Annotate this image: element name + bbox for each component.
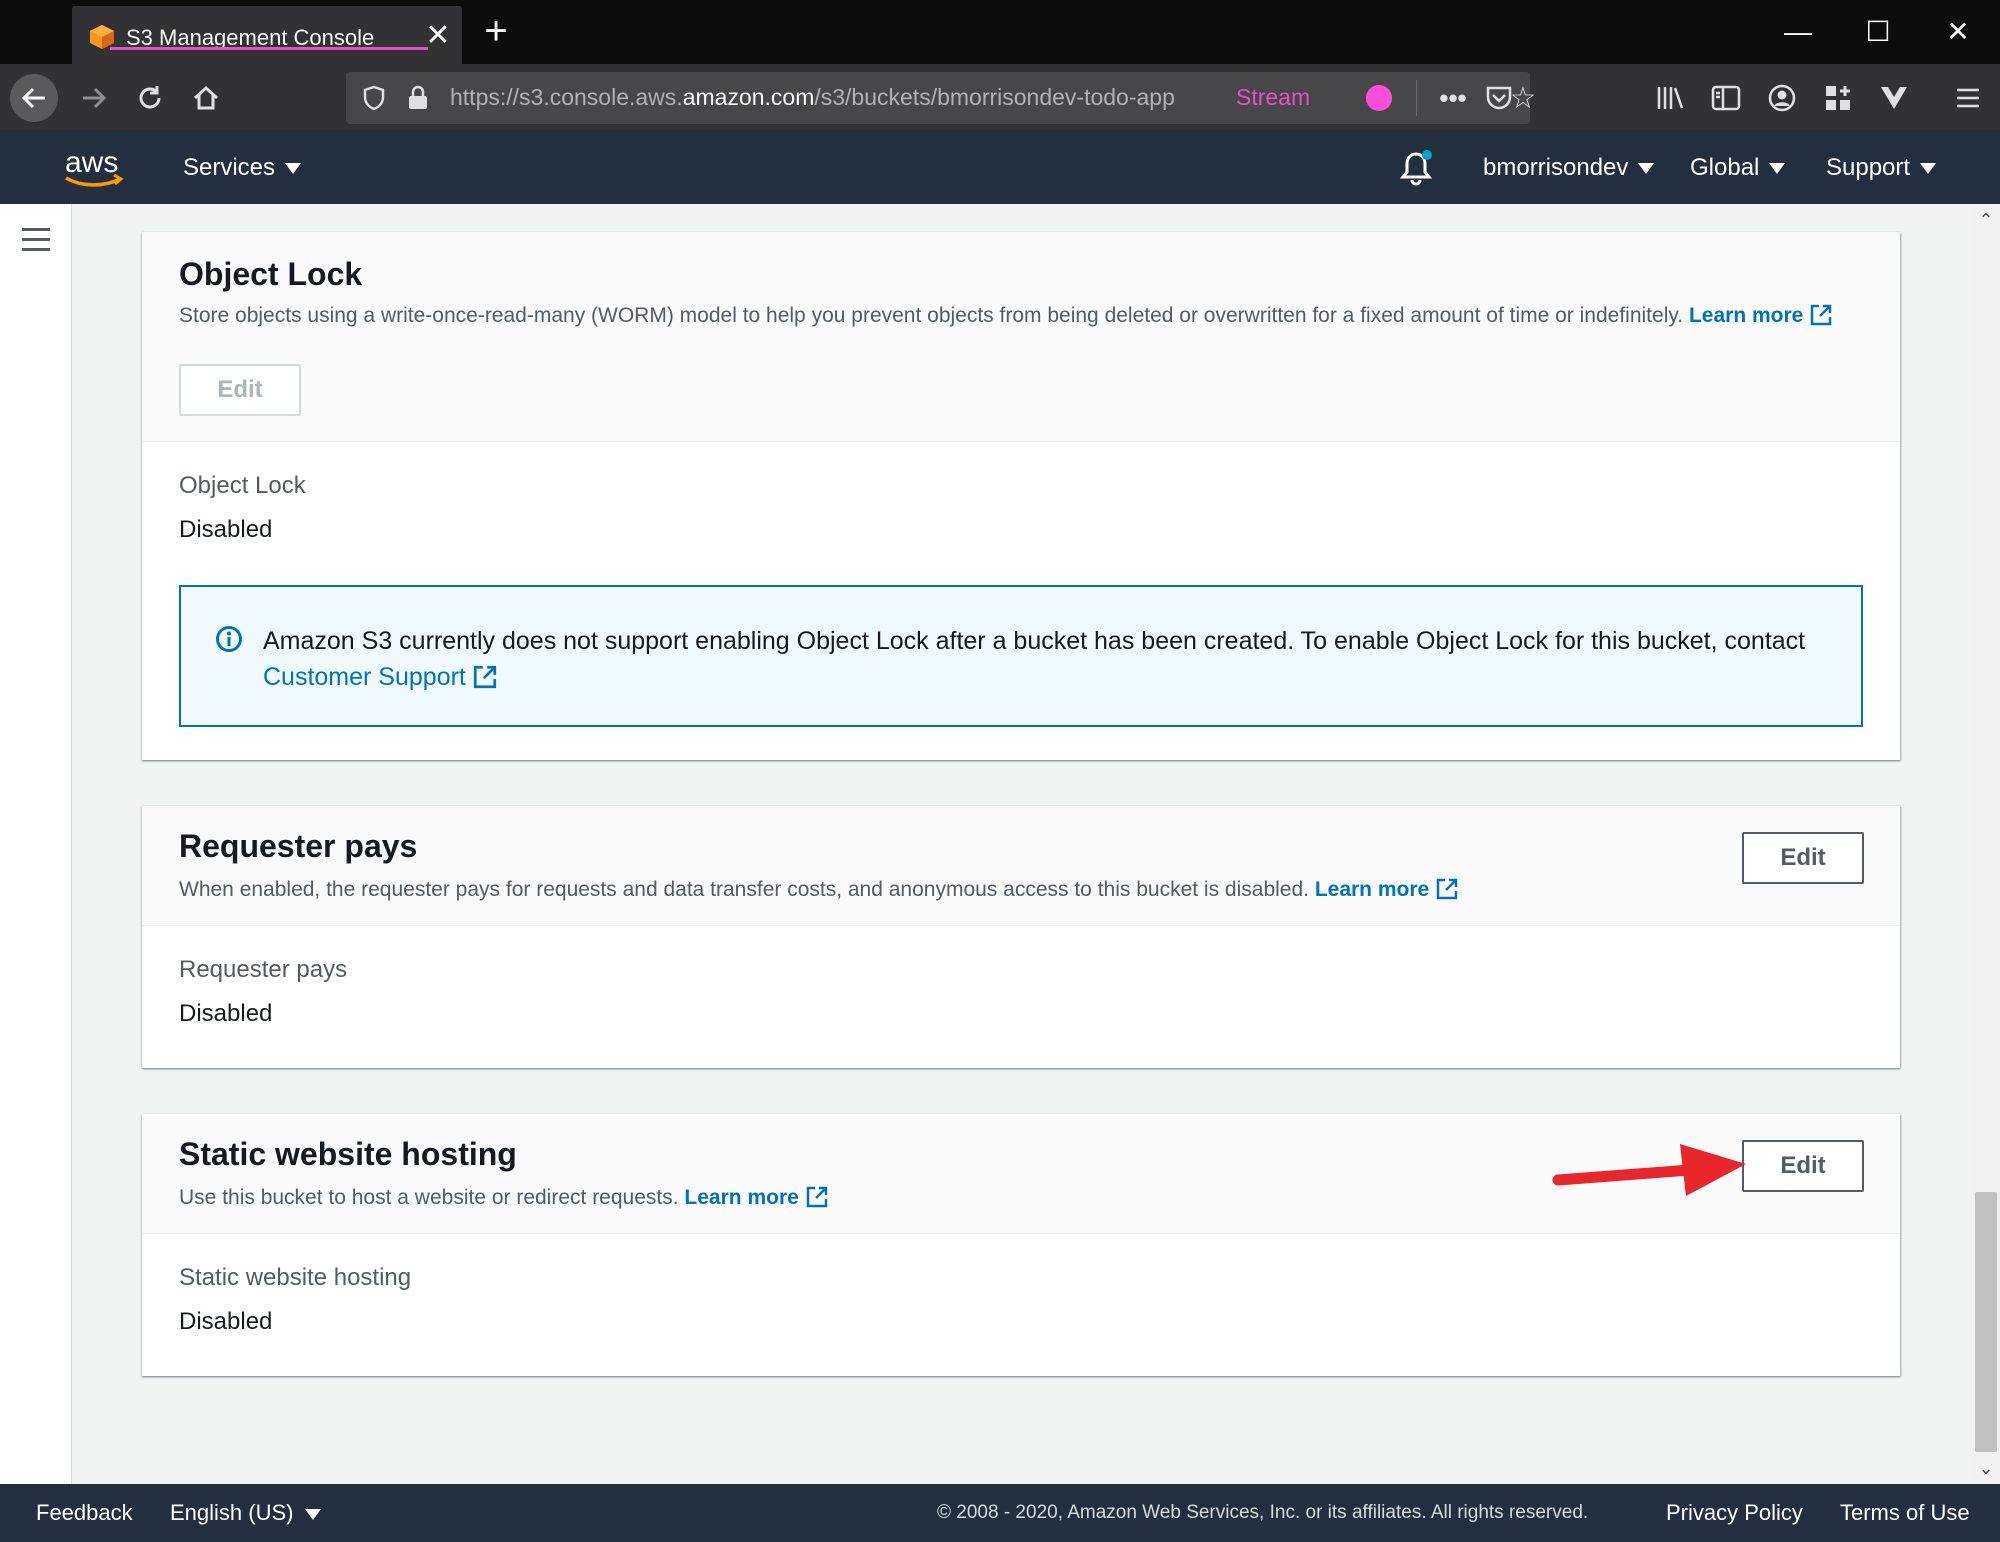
object-lock-info-alert: Amazon S3 currently does not support ena…	[179, 585, 1863, 727]
info-message: Amazon S3 currently does not support ena…	[263, 623, 1843, 695]
back-icon[interactable]	[10, 74, 58, 122]
description-text: Store objects using a write-once-read-ma…	[179, 304, 1684, 327]
external-link-icon	[1436, 878, 1458, 900]
account-label: bmorrisondev	[1483, 154, 1629, 181]
sidebar-toggle-icon[interactable]	[1706, 78, 1746, 118]
region-menu[interactable]: Global	[1690, 154, 1786, 182]
external-link-icon	[1811, 304, 1832, 326]
chevron-down-icon	[305, 1508, 322, 1520]
learn-more-link[interactable]: Learn more	[1689, 304, 1833, 327]
static-website-hosting-edit-button[interactable]: Edit	[1742, 1140, 1864, 1192]
object-lock-header: Object Lock Store objects using a write-…	[142, 232, 1900, 442]
vue-devtools-icon[interactable]	[1874, 78, 1914, 118]
region-label: Global	[1690, 154, 1760, 181]
scroll-up-icon[interactable]: ⌃	[1972, 206, 2000, 234]
chevron-down-icon	[1920, 163, 1937, 175]
static-website-hosting-field-value: Disabled	[179, 1308, 273, 1335]
panel-title: Requester pays	[179, 828, 418, 864]
chevron-down-icon	[285, 163, 302, 175]
tab-active-indicator	[110, 47, 428, 50]
menu-hamburger-icon[interactable]	[22, 228, 50, 252]
requester-pays-field-value: Disabled	[179, 1000, 273, 1027]
browser-tab-bar: S3 Management Console ✕ + — ☐ ✕	[0, 0, 2000, 64]
scrollbar-thumb[interactable]	[1975, 1192, 1997, 1452]
feedback-link[interactable]: Feedback	[36, 1500, 133, 1526]
requester-pays-field-label: Requester pays	[179, 956, 348, 983]
stream-status-dot	[1366, 85, 1392, 111]
aws-console-header: aws Services bmorrisondev Global Support	[0, 130, 2000, 204]
object-lock-field-label: Object Lock	[179, 472, 306, 499]
panel-description: When enabled, the requester pays for req…	[179, 876, 1459, 904]
info-text: Amazon S3 currently does not support ena…	[263, 627, 1806, 655]
description-text: When enabled, the requester pays for req…	[179, 878, 1309, 901]
stream-label[interactable]: Stream	[1236, 84, 1310, 111]
side-navigation	[0, 204, 72, 1484]
url-bar[interactable]: https://s3.console.aws.amazon.com/s3/buc…	[346, 72, 1536, 124]
lock-icon[interactable]	[404, 84, 432, 112]
terms-of-use-link[interactable]: Terms of Use	[1840, 1500, 1970, 1526]
object-lock-edit-button[interactable]: Edit	[179, 364, 301, 416]
panel-title: Object Lock	[179, 256, 363, 292]
svg-text:aws: aws	[65, 146, 118, 179]
language-label: English (US)	[170, 1500, 294, 1525]
panel-description: Store objects using a write-once-read-ma…	[179, 302, 1869, 330]
tracking-shield-icon[interactable]	[360, 84, 388, 112]
console-footer: Feedback English (US) © 2008 - 2020, Ama…	[0, 1484, 2000, 1542]
chevron-down-icon	[1638, 163, 1655, 175]
learn-more-link[interactable]: Learn more	[1315, 878, 1459, 901]
language-selector[interactable]: English (US)	[170, 1500, 322, 1526]
panel-title: Static website hosting	[179, 1136, 517, 1172]
url-text[interactable]: https://s3.console.aws.amazon.com/s3/buc…	[450, 84, 1240, 111]
window-close-icon[interactable]: ✕	[1936, 10, 1980, 54]
minimize-icon[interactable]: —	[1776, 10, 1820, 54]
forward-icon[interactable]	[74, 78, 114, 118]
page-actions-icon[interactable]: •••	[1436, 82, 1470, 114]
services-label: Services	[183, 154, 276, 181]
chevron-down-icon	[1769, 163, 1786, 175]
library-icon[interactable]	[1650, 78, 1690, 118]
extensions-icon[interactable]	[1818, 78, 1858, 118]
account-menu[interactable]: bmorrisondev	[1483, 154, 1655, 182]
requester-pays-panel: Requester pays When enabled, the request…	[142, 806, 1900, 1068]
browser-toolbar: https://s3.console.aws.amazon.com/s3/buc…	[0, 64, 2000, 130]
support-label: Support	[1826, 154, 1911, 181]
services-menu[interactable]: Services	[183, 154, 302, 182]
panel-description: Use this bucket to host a website or red…	[179, 1184, 829, 1212]
description-text: Use this bucket to host a website or red…	[179, 1186, 679, 1209]
account-icon[interactable]	[1762, 78, 1802, 118]
requester-pays-header: Requester pays When enabled, the request…	[142, 806, 1900, 926]
aws-logo-icon[interactable]: aws	[62, 142, 128, 192]
maximize-icon[interactable]: ☐	[1856, 10, 1900, 54]
external-link-icon	[473, 665, 496, 689]
home-icon[interactable]	[186, 78, 226, 118]
notifications-bell-icon[interactable]	[1398, 148, 1434, 188]
static-website-hosting-field-label: Static website hosting	[179, 1264, 412, 1291]
object-lock-panel: Object Lock Store objects using a write-…	[142, 232, 1900, 760]
browser-tab[interactable]: S3 Management Console ✕	[72, 6, 462, 64]
requester-pays-edit-button[interactable]: Edit	[1742, 832, 1864, 884]
info-icon	[216, 626, 242, 652]
annotation-arrow-icon	[1552, 1144, 1746, 1196]
bookmark-star-icon[interactable]: ☆	[1506, 82, 1540, 115]
object-lock-field-value: Disabled	[179, 516, 273, 543]
privacy-policy-link[interactable]: Privacy Policy	[1666, 1500, 1803, 1526]
copyright-text: © 2008 - 2020, Amazon Web Services, Inc.…	[937, 1502, 1589, 1523]
learn-more-link[interactable]: Learn more	[684, 1186, 828, 1209]
url-bar-divider	[1416, 80, 1417, 116]
new-tab-icon[interactable]: +	[476, 11, 516, 52]
app-menu-icon[interactable]	[1948, 78, 1988, 118]
scroll-down-icon[interactable]: ⌄	[1972, 1454, 2000, 1482]
external-link-icon	[806, 1186, 828, 1208]
customer-support-link[interactable]: Customer Support	[263, 663, 498, 691]
support-menu[interactable]: Support	[1826, 154, 1937, 182]
reload-icon[interactable]	[130, 78, 170, 118]
